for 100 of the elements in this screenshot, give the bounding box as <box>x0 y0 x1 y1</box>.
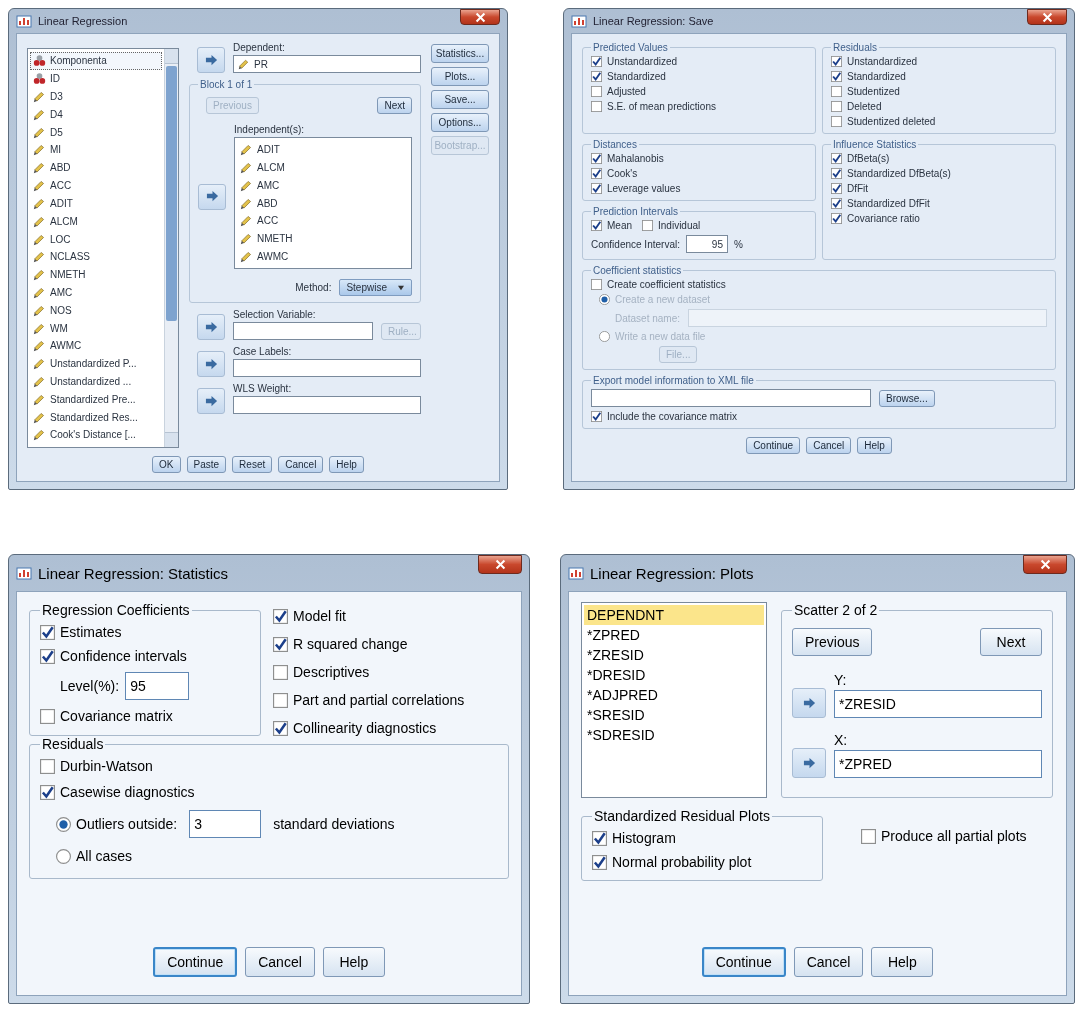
radio-button[interactable]: Outliers outside: <box>56 816 178 832</box>
variable-item[interactable]: NMETH <box>30 265 162 284</box>
variable-list[interactable]: ADIT ALCM AMC ABD ACC NMETH AWMC <box>234 137 412 269</box>
checkbox[interactable]: Covariance ratio <box>831 213 1047 224</box>
variable-item[interactable]: D3 <box>30 87 162 106</box>
variable-item[interactable]: NOS <box>30 301 162 320</box>
button[interactable]: Browse... <box>879 389 935 407</box>
checkbox[interactable]: Estimates <box>40 624 250 640</box>
radio-button[interactable]: All cases <box>56 848 498 864</box>
button[interactable]: Help <box>329 456 364 473</box>
variable-item[interactable]: MI <box>30 141 162 159</box>
variable-item[interactable]: LOC <box>30 230 162 248</box>
input-field[interactable] <box>233 322 373 340</box>
checkbox[interactable]: Unstandardized <box>591 56 807 67</box>
checkbox[interactable]: Standardized <box>831 71 1047 82</box>
input-field[interactable] <box>233 396 421 414</box>
variable-item[interactable]: *ADJPRED <box>584 685 764 705</box>
checkbox[interactable]: Studentized <box>831 86 1047 97</box>
variable-item[interactable]: Komponenta <box>30 52 162 70</box>
input-field[interactable]: PR <box>233 55 421 73</box>
variable-item[interactable]: Cook's Distance [... <box>30 426 162 444</box>
checkbox[interactable]: Collinearity diagnostics <box>273 720 465 736</box>
variable-item[interactable]: *DRESID <box>584 665 764 685</box>
dropdown[interactable]: Stepwise <box>339 279 412 296</box>
checkbox[interactable]: Leverage values <box>591 183 807 194</box>
close-button[interactable] <box>460 9 500 25</box>
variable-item[interactable]: ALCM <box>30 212 162 231</box>
arrow-button[interactable] <box>197 351 225 377</box>
variable-item[interactable]: AMC <box>30 283 162 302</box>
button[interactable]: Help <box>857 437 892 454</box>
button[interactable]: Paste <box>186 456 227 473</box>
variable-item[interactable]: ALCM <box>237 158 409 177</box>
variable-item[interactable]: *ZRESID <box>584 645 764 665</box>
button[interactable]: Cancel <box>245 947 315 977</box>
checkbox[interactable]: Mahalanobis <box>591 153 807 164</box>
arrow-button[interactable] <box>197 47 225 73</box>
checkbox[interactable]: Standardized DfFit <box>831 198 1047 209</box>
button[interactable]: Continue <box>746 437 801 454</box>
scrollbar[interactable] <box>164 49 178 447</box>
variable-item[interactable]: D5 <box>30 123 162 142</box>
variable-item[interactable]: ABD <box>237 194 409 212</box>
checkbox[interactable]: Normal probability plot <box>592 854 812 870</box>
variable-item[interactable]: ABD <box>30 158 162 177</box>
variable-item[interactable]: ADIT <box>237 141 409 159</box>
checkbox[interactable]: Produce all partial plots <box>861 828 1027 844</box>
variable-item[interactable]: *SRESID <box>584 705 764 725</box>
checkbox[interactable]: Model fit <box>273 608 465 624</box>
variable-item[interactable]: AMC <box>237 176 409 195</box>
button[interactable]: Options... <box>431 113 489 132</box>
button[interactable]: Help <box>871 947 934 977</box>
variable-item[interactable]: WM <box>30 319 162 337</box>
button[interactable]: Save... <box>431 90 489 109</box>
checkbox[interactable]: Part and partial correlations <box>273 692 465 708</box>
button[interactable]: Next <box>377 97 412 114</box>
variable-item[interactable]: Unstandardized P... <box>30 354 162 373</box>
button[interactable]: Cancel <box>793 947 864 977</box>
variable-item[interactable]: NMETH <box>237 229 409 248</box>
checkbox[interactable]: Confidence intervals <box>40 648 250 664</box>
arrow-button[interactable] <box>197 388 225 414</box>
button[interactable]: Previous <box>792 628 873 656</box>
variable-item[interactable]: AWMC <box>30 337 162 355</box>
variable-item[interactable]: Standardized Res... <box>30 408 162 427</box>
checkbox[interactable]: R squared change <box>273 636 465 652</box>
button[interactable]: Help <box>322 947 385 977</box>
button[interactable]: Continue <box>153 947 238 977</box>
checkbox[interactable]: Standardized DfBeta(s) <box>831 168 1047 179</box>
checkbox[interactable]: S.E. of mean predictions <box>591 101 807 112</box>
button[interactable]: OK <box>152 456 181 473</box>
variable-item[interactable]: AWMC <box>237 247 409 266</box>
checkbox[interactable]: DfBeta(s) <box>831 153 1047 164</box>
checkbox[interactable]: Histogram <box>592 830 812 846</box>
button[interactable]: Continue <box>701 947 786 977</box>
arrow-button[interactable] <box>197 314 225 340</box>
variable-item[interactable]: Standardized Pre... <box>30 390 162 409</box>
button[interactable]: Statistics... <box>431 44 489 63</box>
button[interactable]: Cancel <box>806 437 852 454</box>
variable-item[interactable]: ACC <box>30 176 162 195</box>
variable-list[interactable]: DEPENDNT *ZPRED *ZRESID *DRESID *ADJPRED *SRESID *SDRESID <box>581 602 767 798</box>
checkbox[interactable]: Individual <box>642 220 701 231</box>
input-field[interactable]: 95 <box>125 672 190 700</box>
variable-item[interactable]: NCLASS <box>30 247 162 266</box>
arrow-button[interactable] <box>792 688 826 718</box>
checkbox[interactable]: Deleted <box>831 101 1047 112</box>
variable-list[interactable]: Komponenta ID D3 D4 D5 MI ABD ACC ADIT ALCM LOC NCLASS NMETH AMC NOS WM AWMC Unstandardized P... Unstandardized ... Standardized Pre... Standardized Res... Cook's Distance [... <box>27 48 179 448</box>
checkbox[interactable]: Covariance matrix <box>40 708 250 724</box>
checkbox[interactable]: Include the covariance matrix <box>591 411 1047 422</box>
variable-item[interactable]: *ZPRED <box>584 625 764 645</box>
checkbox[interactable]: Cook's <box>591 168 807 179</box>
input-field[interactable]: *ZPRED <box>834 750 1042 778</box>
variable-item[interactable]: ACC <box>237 211 409 230</box>
arrow-button[interactable] <box>792 748 826 778</box>
checkbox[interactable]: Casewise diagnostics <box>40 784 498 800</box>
close-button[interactable] <box>1027 9 1067 25</box>
checkbox[interactable]: Unstandardized <box>831 56 1047 67</box>
variable-item[interactable]: ADIT <box>30 194 162 213</box>
checkbox[interactable]: Durbin-Watson <box>40 758 498 774</box>
input-field[interactable]: 3 <box>189 810 262 838</box>
checkbox[interactable]: Adjusted <box>591 86 807 97</box>
checkbox[interactable]: Descriptives <box>273 664 465 680</box>
close-button[interactable] <box>478 555 522 574</box>
